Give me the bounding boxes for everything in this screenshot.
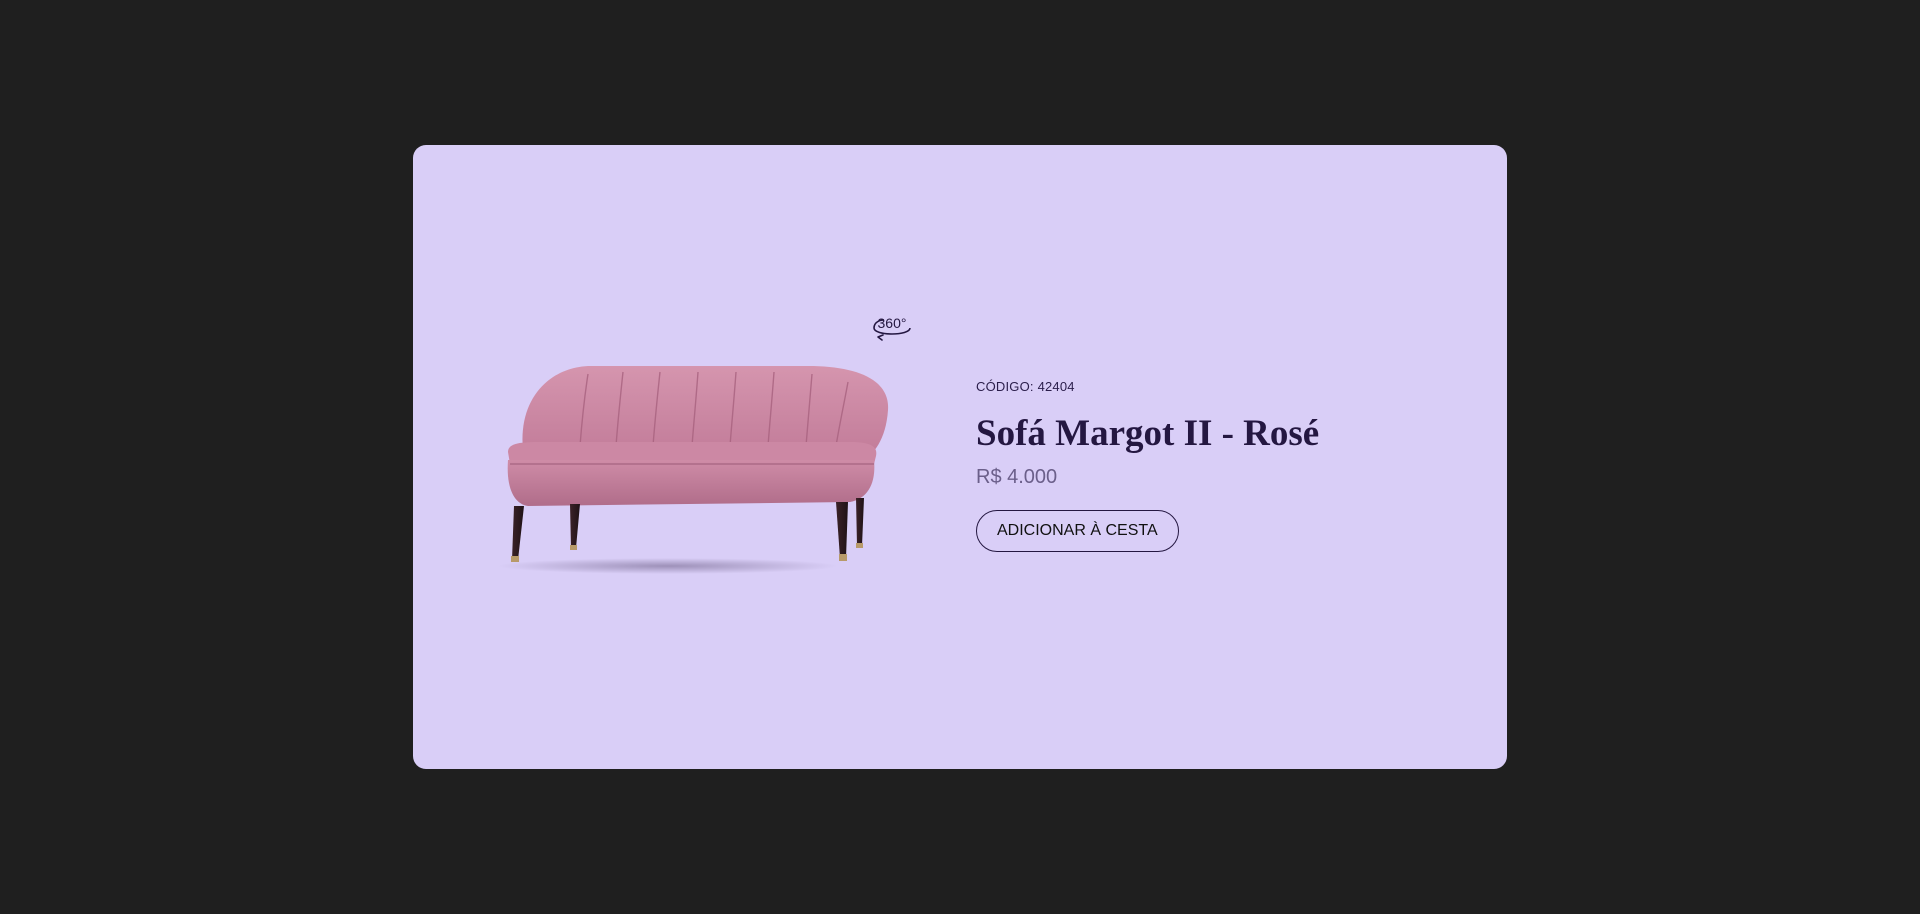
product-code-label: CÓDIGO:: [976, 379, 1034, 394]
product-code: CÓDIGO: 42404: [976, 378, 1436, 396]
rotate-360-label: 360°: [878, 315, 907, 331]
product-price: R$ 4.000: [976, 466, 1058, 488]
product-image: [478, 360, 896, 582]
rotate-360-icon[interactable]: 360°: [870, 310, 914, 342]
product-code-value: 42404: [1037, 379, 1075, 394]
add-to-cart-button[interactable]: ADICIONAR À CESTA: [976, 510, 1179, 552]
product-info: CÓDIGO: 42404 Sofá Margot II - Rosé R$ 4…: [976, 378, 1436, 552]
product-title: Sofá Margot II - Rosé: [976, 413, 1320, 454]
page-backdrop: 360° CÓDIGO: 42404 Sofá Margot II - Rosé…: [0, 0, 1920, 914]
